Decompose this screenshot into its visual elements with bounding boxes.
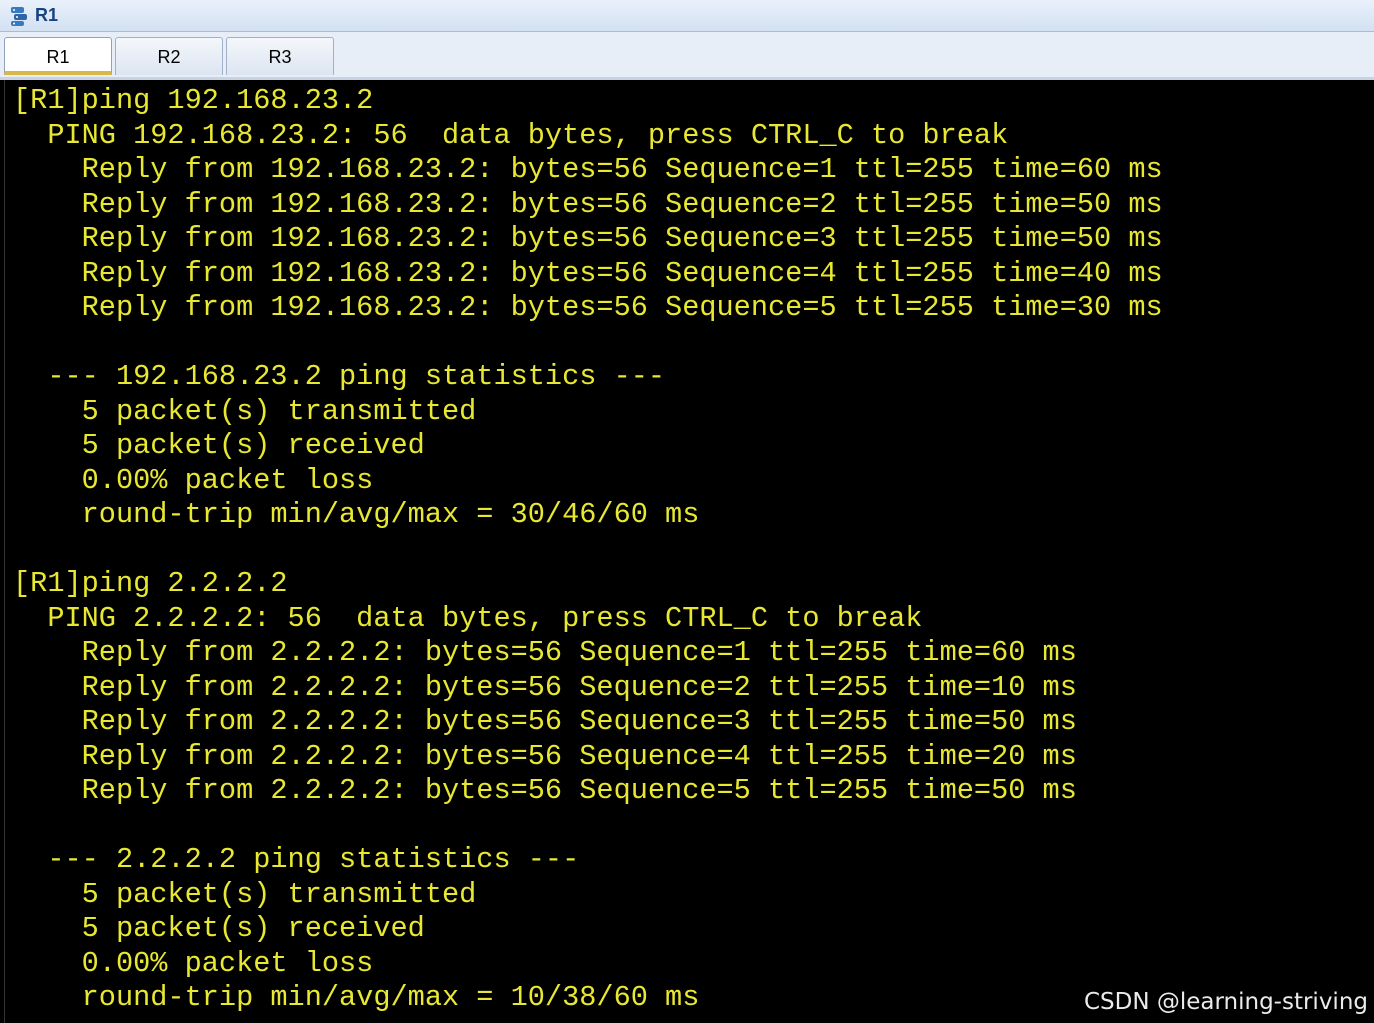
- tab-r1[interactable]: R1: [4, 37, 112, 75]
- terminal-line: --- 192.168.23.2 ping statistics ---: [13, 360, 666, 393]
- terminal-line: 0.00% packet loss: [13, 946, 374, 980]
- terminal-line: Reply from 192.168.23.2: bytes=56 Sequen…: [13, 153, 1163, 186]
- terminal-line: 0.00% packet loss: [13, 463, 374, 497]
- tab-r2[interactable]: R2: [115, 37, 223, 75]
- terminal-line: [R1]ping 2.2.2.2: [13, 567, 288, 600]
- terminal-line: [R1]ping 192.168.23.2: [13, 84, 374, 117]
- terminal-line: Reply from 2.2.2.2: bytes=56 Sequence=3 …: [13, 705, 1077, 738]
- terminal-line: Reply from 192.168.23.2: bytes=56 Sequen…: [13, 291, 1163, 324]
- terminal-line: Reply from 2.2.2.2: bytes=56 Sequence=1 …: [13, 636, 1077, 669]
- terminal-line: round-trip min/avg/max = 10/38/60 ms: [13, 981, 700, 1014]
- terminal-line: Reply from 192.168.23.2: bytes=56 Sequen…: [13, 256, 1163, 290]
- terminal-line: 5 packet(s) transmitted: [13, 394, 477, 428]
- terminal-line: 5 packet(s) received: [13, 429, 425, 462]
- terminal-output: [R1]ping 192.168.23.2 PING 192.168.23.2:…: [13, 84, 1163, 1016]
- terminal-line: Reply from 192.168.23.2: bytes=56 Sequen…: [13, 187, 1163, 221]
- terminal-line: Reply from 2.2.2.2: bytes=56 Sequence=4 …: [13, 739, 1077, 773]
- terminal-line: PING 2.2.2.2: 56 data bytes, press CTRL_…: [13, 601, 923, 635]
- terminal-line: 5 packet(s) transmitted: [13, 877, 477, 911]
- terminal-line: Reply from 2.2.2.2: bytes=56 Sequence=5 …: [13, 774, 1077, 807]
- watermark: CSDN @learning-striving: [1083, 989, 1368, 1015]
- router-app-icon: [11, 7, 27, 26]
- title-bar: R1: [0, 0, 1374, 32]
- terminal-console[interactable]: [R1]ping 192.168.23.2 PING 192.168.23.2:…: [4, 80, 1371, 1023]
- tab-bar: R1 R2 R3: [0, 32, 1374, 80]
- terminal-line: Reply from 2.2.2.2: bytes=56 Sequence=2 …: [13, 670, 1077, 704]
- terminal-line: 5 packet(s) received: [13, 912, 425, 945]
- terminal-line: --- 2.2.2.2 ping statistics ---: [13, 843, 580, 876]
- tab-r3[interactable]: R3: [226, 37, 334, 75]
- terminal-line: PING 192.168.23.2: 56 data bytes, press …: [13, 118, 1009, 152]
- terminal-line: round-trip min/avg/max = 30/46/60 ms: [13, 498, 700, 531]
- window-title: R1: [35, 5, 59, 25]
- terminal-line: Reply from 192.168.23.2: bytes=56 Sequen…: [13, 222, 1163, 255]
